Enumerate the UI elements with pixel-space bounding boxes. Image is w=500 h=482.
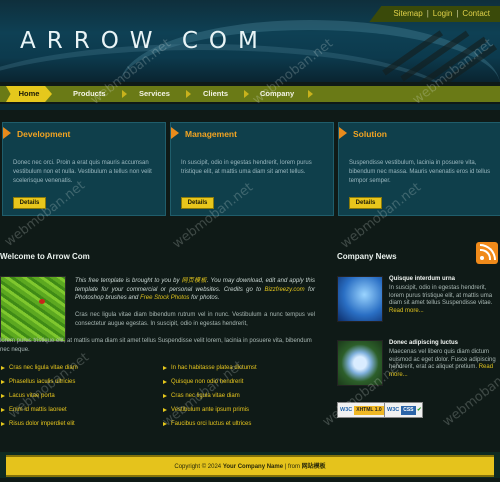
source-link[interactable]: 网站模板: [302, 464, 326, 470]
top-links: Sitemap | Login | Contact: [369, 6, 500, 22]
box-title: Management: [185, 129, 237, 139]
news-text: Maecenas vel libero quis diam dictum eui…: [389, 349, 497, 379]
news-title: Company News: [337, 252, 397, 261]
news-heading[interactable]: Donec adipiscing luctus: [389, 340, 458, 346]
nav-arrow-icon: [186, 90, 191, 98]
list-item[interactable]: Risus dolor imperdiet elit: [0, 420, 78, 434]
read-more-link[interactable]: Read more...: [389, 308, 424, 314]
arrow-icon: [3, 127, 11, 139]
arrow-icon: [171, 127, 179, 139]
arrow-icon: [339, 127, 347, 139]
welcome-body: lorem purus tristique elit, at mattis um…: [0, 338, 312, 353]
details-button[interactable]: Details: [349, 197, 382, 209]
feature-box-development: Development Donec nec orci. Proin a erat…: [2, 122, 166, 216]
nav-arrow-icon: [244, 90, 249, 98]
news-image-water: [337, 276, 383, 322]
welcome-title: Welcome to Arrow Com: [0, 252, 90, 261]
details-button[interactable]: Details: [181, 197, 214, 209]
top-link-login[interactable]: Login: [433, 9, 453, 18]
top-link-separator: |: [426, 9, 429, 18]
nav-item-clients[interactable]: Clients: [203, 86, 228, 102]
ladybug-icon: [39, 299, 45, 304]
copyright-text: Copyright © 2024 Your Company Name | fro…: [174, 464, 326, 470]
box-text: In suscipit, odio in egestas hendrerit, …: [181, 160, 312, 175]
top-link-separator: |: [456, 9, 459, 18]
leaf-photo: [0, 276, 66, 342]
news-body: In suscipit, odio in egestas hendrerit, …: [389, 285, 493, 307]
nav-arrow-icon: [308, 90, 313, 98]
top-link-contact[interactable]: Contact: [462, 9, 490, 18]
intro-link[interactable]: Free Stock Photos: [140, 295, 189, 301]
intro-link[interactable]: 网页模板: [181, 278, 206, 284]
check-icon: ✔: [417, 407, 422, 413]
box-text: Suspendisse vestibulum, lacinia in posue…: [349, 160, 491, 184]
nav-item-services[interactable]: Services: [139, 86, 170, 102]
intro-text: This free template is brought to you by: [75, 278, 182, 284]
nav-underline-band: [0, 104, 500, 110]
intro-link[interactable]: Bizzfreezy.com: [264, 287, 304, 293]
site-logo-text[interactable]: ARROW COM: [20, 28, 269, 54]
box-title: Solution: [353, 129, 387, 139]
rss-icon[interactable]: [476, 242, 498, 264]
news-text: In suscipit, odio in egestas hendrerit, …: [389, 285, 497, 315]
nav-item-home[interactable]: Home: [6, 86, 52, 102]
welcome-body: Cras nec ligula vitae diam bibendum rutr…: [75, 312, 315, 327]
nav-arrow-icon: [122, 90, 127, 98]
news-heading[interactable]: Quisque interdum urna: [389, 276, 455, 282]
feature-box-management: Management In suscipit, odio in egestas …: [170, 122, 334, 216]
feature-box-solution: Solution Suspendisse vestibulum, lacinia…: [338, 122, 500, 216]
css-valid-badge[interactable]: W3C CSS ✔: [384, 402, 423, 418]
box-text: Donec nec orci. Proin a erat quis mauris…: [13, 160, 152, 184]
footer-bar: Copyright © 2024 Your Company Name | fro…: [6, 455, 494, 477]
intro-text: for photos.: [189, 295, 220, 302]
box-title: Development: [17, 129, 71, 139]
top-link-sitemap[interactable]: Sitemap: [393, 9, 422, 18]
welcome-intro: This free template is brought to you by …: [75, 277, 315, 303]
company-link[interactable]: Your Company Name: [223, 464, 283, 470]
